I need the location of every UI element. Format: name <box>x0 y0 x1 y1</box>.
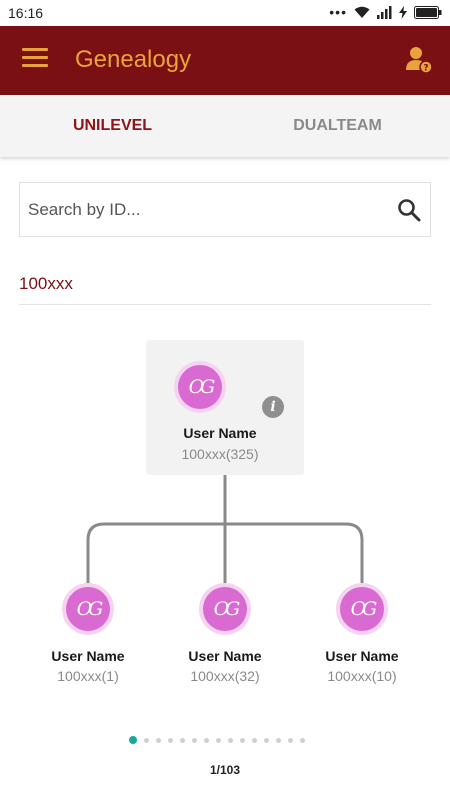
node-id: 100xxx(325) <box>181 446 259 462</box>
tab-unilevel[interactable]: UNILEVEL <box>0 95 225 157</box>
node-id: 100xxx(10) <box>327 668 397 684</box>
avatar-logo: OG <box>188 376 216 398</box>
page-indicator: 1/103 <box>209 763 241 777</box>
node-name: User Name <box>325 648 399 664</box>
pager-dot[interactable] <box>300 737 305 743</box>
pager-dot[interactable] <box>180 737 185 743</box>
charging-icon <box>399 5 407 19</box>
root-node-card[interactable]: OG i User Name 100xxx(325) <box>146 340 304 475</box>
page-title: Genealogy <box>75 46 192 73</box>
child-node-2[interactable]: OG User Name 100xxx(32) <box>175 583 275 693</box>
child-node-3[interactable]: OG User Name 100xxx(10) <box>312 583 412 693</box>
signal-icon <box>377 5 392 19</box>
avatar: OG <box>199 583 251 635</box>
search-input[interactable] <box>28 183 378 236</box>
current-id: 100xxx <box>19 274 73 293</box>
pager-dot[interactable] <box>204 737 209 743</box>
pager-dot[interactable] <box>276 737 281 743</box>
avatar-logo: OG <box>76 598 104 620</box>
pager-dot[interactable] <box>192 737 197 743</box>
avatar-logo: OG <box>213 598 241 620</box>
pager-dot[interactable] <box>144 737 149 743</box>
status-icons: ••• <box>329 5 442 19</box>
menu-icon[interactable] <box>22 48 48 70</box>
tab-dualteam[interactable]: DUALTEAM <box>225 95 450 157</box>
search-icon[interactable] <box>397 198 421 222</box>
svg-text:?: ? <box>423 64 428 74</box>
notification-dots: ••• <box>329 4 347 20</box>
pager-dot[interactable] <box>228 737 233 743</box>
pager-dot[interactable] <box>156 737 161 743</box>
pager-dot[interactable] <box>168 737 173 743</box>
avatar: OG <box>62 583 114 635</box>
node-name: User Name <box>188 648 262 664</box>
status-time: 16:16 <box>8 5 44 21</box>
tab-bar: UNILEVEL DUALTEAM <box>0 95 450 157</box>
pager-dot[interactable] <box>129 736 137 744</box>
node-name: User Name <box>51 648 125 664</box>
divider <box>19 304 431 305</box>
pager-dot[interactable] <box>216 737 221 743</box>
wifi-icon <box>354 6 370 18</box>
node-id: 100xxx(1) <box>57 668 119 684</box>
search-box <box>19 182 431 237</box>
avatar-logo: OG <box>350 598 378 620</box>
avatar: OG <box>174 361 226 413</box>
info-icon[interactable]: i <box>262 396 284 418</box>
pager-dot[interactable] <box>264 737 269 743</box>
node-name: User Name <box>183 425 257 441</box>
node-id: 100xxx(32) <box>190 668 260 684</box>
pager-dot[interactable] <box>288 737 293 743</box>
child-node-1[interactable]: OG User Name 100xxx(1) <box>38 583 138 693</box>
pager-dots <box>129 736 305 744</box>
app-bar: Genealogy ? <box>0 26 450 95</box>
avatar: OG <box>336 583 388 635</box>
battery-icon <box>414 5 442 19</box>
pager-dot[interactable] <box>240 737 245 743</box>
user-help-icon[interactable]: ? <box>406 46 432 74</box>
status-bar: 16:16 ••• <box>0 0 450 26</box>
pager-dot[interactable] <box>252 737 257 743</box>
